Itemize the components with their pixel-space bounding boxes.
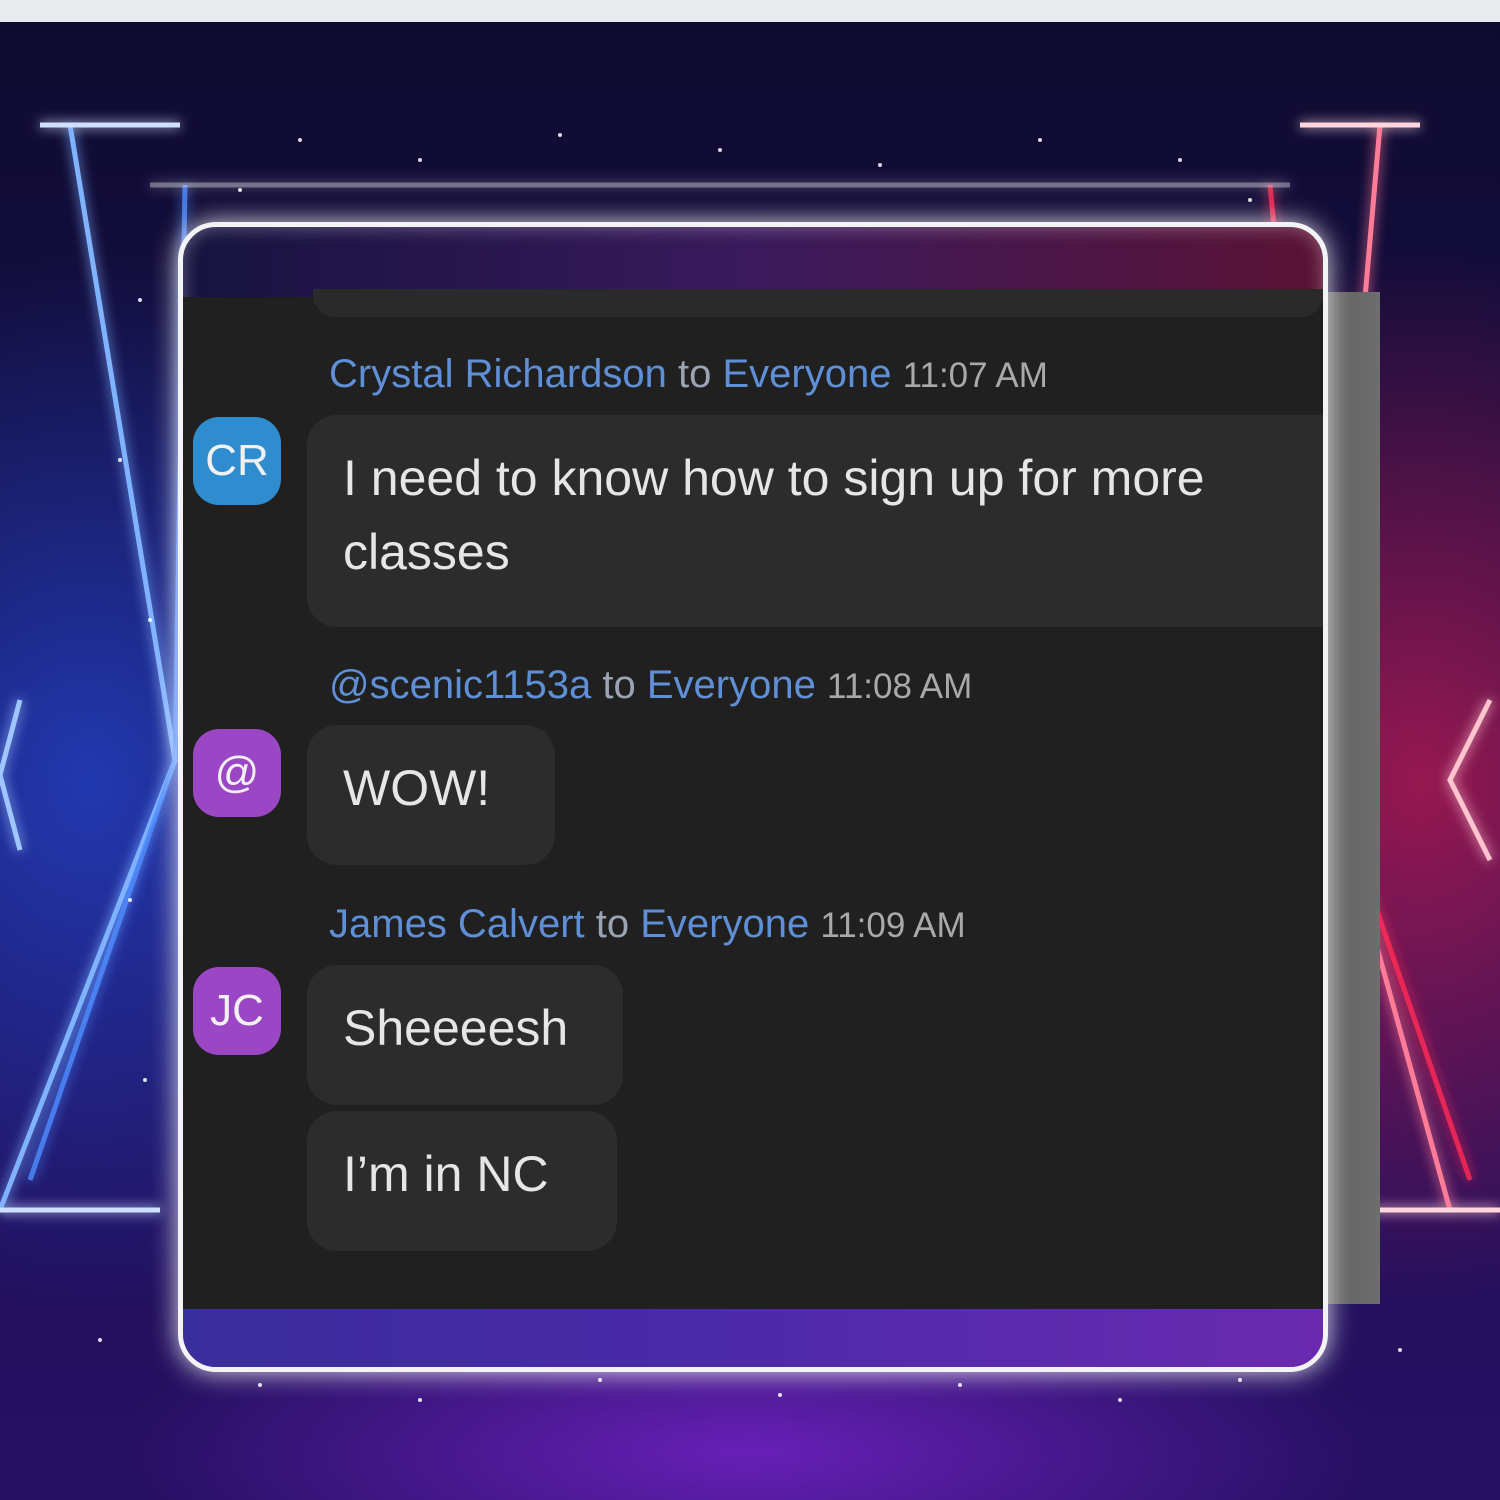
message-header: James Calvert to Everyone 11:09 AM	[329, 902, 966, 947]
neon-chevron-right	[1447, 698, 1493, 862]
to-label: to	[602, 663, 636, 707]
message-time: 11:08 AM	[826, 667, 973, 706]
message-time: 11:07 AM	[902, 356, 1048, 395]
avatar[interactable]: @	[193, 729, 281, 817]
message-bubble: Sheeeesh	[307, 965, 623, 1105]
message-bubble: WOW!	[307, 725, 555, 865]
message-bubble: I need to know how to sign up for more c…	[307, 415, 1323, 627]
neon-chevron-left	[0, 699, 23, 851]
recipient-name[interactable]: Everyone	[647, 663, 816, 707]
bottom-edge-glow	[183, 1309, 1323, 1367]
previous-message-bubble-edge	[313, 289, 1323, 317]
recipient-name[interactable]: Everyone	[640, 902, 809, 946]
avatar[interactable]: CR	[193, 417, 281, 505]
message-time: 11:09 AM	[820, 906, 966, 945]
message-header: Crystal Richardson to Everyone 11:07 AM	[329, 352, 1048, 397]
sender-name[interactable]: @scenic1153a	[329, 663, 591, 707]
avatar[interactable]: JC	[193, 967, 281, 1055]
message-header: @scenic1153a to Everyone 11:08 AM	[329, 663, 972, 708]
to-label: to	[678, 352, 712, 396]
chat-panel: Crystal Richardson to Everyone 11:07 AM …	[183, 289, 1323, 1309]
message-bubble: I’m in NC	[307, 1111, 617, 1251]
neon-line-left-outer	[0, 124, 178, 1211]
recipient-name[interactable]: Everyone	[723, 352, 892, 396]
sender-name[interactable]: James Calvert	[329, 902, 585, 946]
sender-name[interactable]: Crystal Richardson	[329, 352, 667, 396]
to-label: to	[595, 902, 630, 946]
chat-screenshot-frame: Crystal Richardson to Everyone 11:07 AM …	[178, 222, 1328, 1372]
